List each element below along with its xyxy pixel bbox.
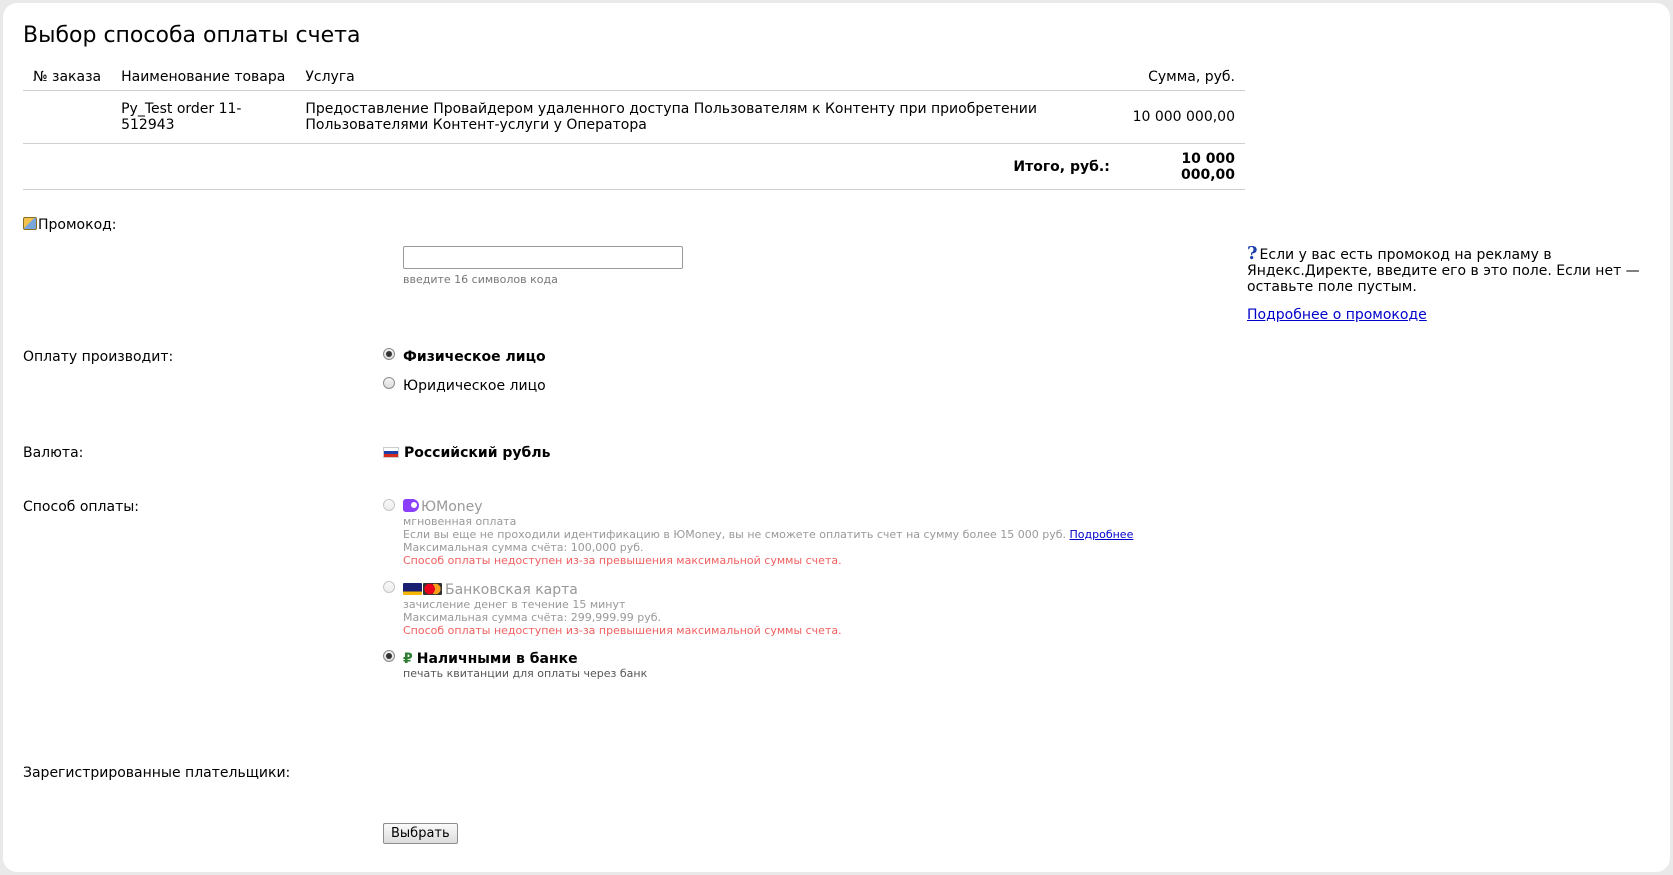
question-icon: ? <box>1247 243 1258 264</box>
payer-label: Оплату производит: <box>23 349 174 365</box>
total-row: Итого, руб.: 10 000 000,00 <box>23 143 1245 190</box>
coupon-icon <box>23 217 37 230</box>
submit-button[interactable]: Выбрать <box>383 823 458 844</box>
total-label: Итого, руб.: <box>23 143 1120 190</box>
payment-method-label: Способ оплаты: <box>23 499 140 515</box>
russia-flag-icon <box>383 447 399 458</box>
col-product-name: Наименование товара <box>111 63 296 91</box>
cell-service: Предоставление Провайдером удаленного до… <box>295 90 1120 144</box>
yoomoney-note: Если вы еще не проходили идентификацию в… <box>403 528 1067 541</box>
cell-product-name: Py_Test order 11-512943 <box>111 90 296 144</box>
currency-value-row: Российский рубль <box>383 445 550 461</box>
total-value: 10 000 000,00 <box>1119 143 1245 190</box>
promo-code-input[interactable] <box>403 246 683 269</box>
promo-more-link[interactable]: Подробнее о промокоде <box>1247 307 1427 323</box>
bank-card-limit: Максимальная сумма счёта: 299,999.99 руб… <box>403 611 661 624</box>
bank-card-error: Способ оплаты недоступен из-за превышени… <box>403 624 842 637</box>
cash-title-row: ₽ Наличными в банке <box>403 651 578 667</box>
registered-payers-label: Зарегистрированные плательщики: <box>23 765 291 781</box>
yoomoney-name: ЮMoney <box>421 499 483 515</box>
promo-label: Промокод: <box>38 217 117 233</box>
yoomoney-limit: Максимальная сумма счёта: 100,000 руб. <box>403 541 644 554</box>
bank-card-radio[interactable] <box>383 581 395 593</box>
table-header-row: № заказа Наименование товара Услуга Сумм… <box>23 63 1245 91</box>
yoomoney-radio[interactable] <box>383 499 395 511</box>
table-row: Py_Test order 11-512943 Предоставление П… <box>23 90 1245 144</box>
bank-card-subtitle: зачисление денег в течение 15 минут <box>403 598 626 611</box>
bank-card-name: Банковская карта <box>445 582 578 598</box>
promo-hint: введите 16 символов кода <box>403 273 558 286</box>
page-title: Выбор способа оплаты счета <box>23 23 361 48</box>
promo-help-text: Если у вас есть промокод на рекламу в Ян… <box>1247 247 1640 295</box>
col-order-number: № заказа <box>23 63 112 91</box>
cell-order-number <box>23 90 112 144</box>
cash-subtitle: печать квитанции для оплаты через банк <box>403 667 648 680</box>
yoomoney-more-link[interactable]: Подробнее <box>1070 528 1134 541</box>
yoomoney-note-row: Если вы еще не проходили идентификацию в… <box>403 528 1133 541</box>
payment-page: Выбор способа оплаты счета № заказа Наим… <box>3 3 1670 872</box>
payer-legal-label[interactable]: Юридическое лицо <box>403 378 546 394</box>
col-amount: Сумма, руб. <box>1119 63 1245 91</box>
yoomoney-title-row: ЮMoney <box>403 499 483 515</box>
ruble-icon: ₽ <box>403 651 413 667</box>
currency-value: Российский рубль <box>404 445 551 461</box>
yoomoney-error: Способ оплаты недоступен из-за превышени… <box>403 554 842 567</box>
promo-help: ? Если у вас есть промокод на рекламу в Я… <box>1247 243 1667 324</box>
cash-name: Наличными в банке <box>416 651 578 667</box>
bank-card-title-row: Банковская карта <box>403 582 578 599</box>
currency-label: Валюта: <box>23 445 84 461</box>
payer-individual-radio[interactable] <box>383 348 395 360</box>
col-service: Услуга <box>295 63 1120 91</box>
payer-individual-label[interactable]: Физическое лицо <box>403 349 546 365</box>
promo-label-row: Промокод: <box>23 217 117 233</box>
payer-legal-radio[interactable] <box>383 377 395 389</box>
yoomoney-icon <box>403 499 419 512</box>
cash-radio[interactable] <box>383 650 395 662</box>
bank-card-icon <box>403 583 443 599</box>
order-table: № заказа Наименование товара Услуга Сумм… <box>23 63 1245 190</box>
cell-amount: 10 000 000,00 <box>1119 90 1245 144</box>
yoomoney-subtitle: мгновенная оплата <box>403 515 517 528</box>
